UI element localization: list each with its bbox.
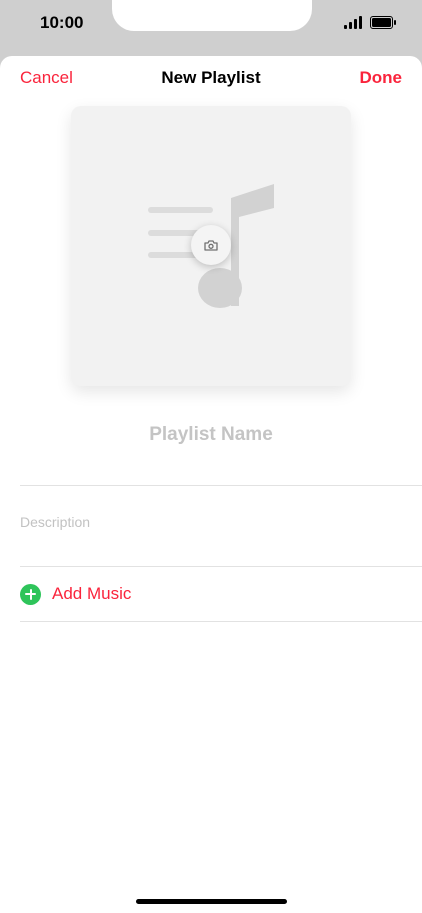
camera-button[interactable]	[191, 225, 231, 265]
add-music-label: Add Music	[52, 584, 132, 603]
cancel-button[interactable]: Cancel	[20, 68, 73, 88]
signal-icon	[344, 16, 364, 29]
description-input[interactable]: Description	[20, 514, 90, 530]
add-music-button[interactable]: Add Music	[20, 583, 320, 605]
divider	[20, 621, 422, 622]
done-button[interactable]: Done	[360, 68, 403, 88]
new-playlist-sheet: New Playlist Cancel Done Playlist Name D…	[0, 56, 422, 913]
battery-icon	[370, 16, 396, 29]
camera-icon	[204, 239, 218, 251]
status-bar: 10:00	[0, 0, 422, 56]
divider	[20, 566, 422, 567]
home-indicator[interactable]	[136, 899, 287, 904]
status-time: 10:00	[40, 13, 84, 32]
notch	[112, 0, 312, 31]
plus-circle-icon	[20, 583, 41, 605]
playlist-name-input[interactable]: Playlist Name	[0, 424, 422, 446]
divider	[20, 485, 422, 486]
playlist-artwork[interactable]	[71, 106, 351, 386]
